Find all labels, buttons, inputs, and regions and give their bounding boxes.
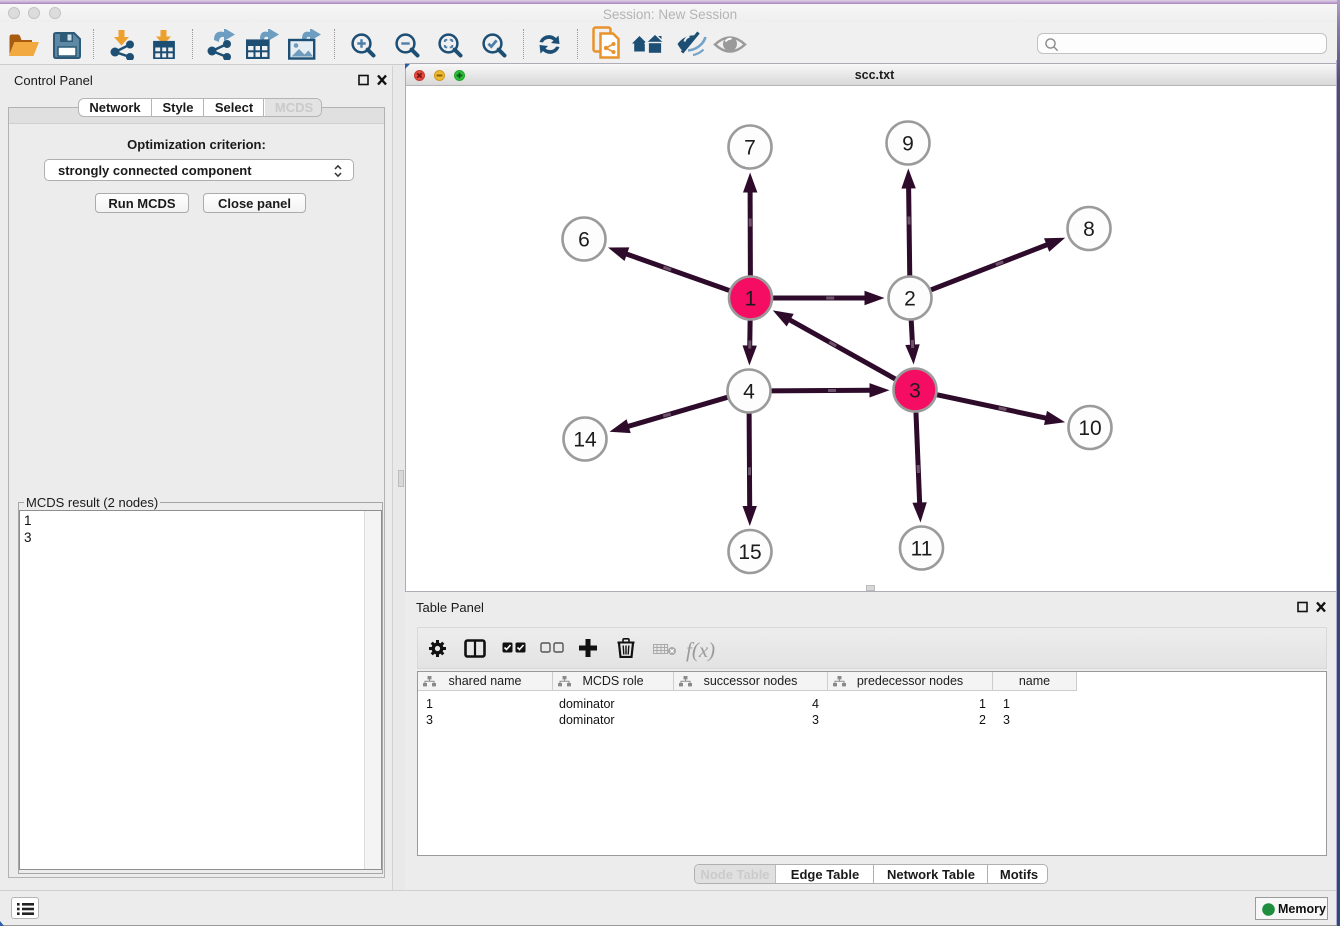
svg-text:14: 14 [573,429,597,452]
svg-text:4: 4 [743,381,755,404]
svg-text:2: 2 [904,288,916,311]
svg-text:9: 9 [902,133,914,156]
svg-text:6: 6 [578,229,590,252]
svg-text:8: 8 [1083,218,1095,241]
svg-text:11: 11 [911,538,933,561]
svg-text:10: 10 [1078,417,1101,440]
svg-text:1: 1 [745,288,757,311]
svg-text:7: 7 [744,137,756,160]
svg-text:3: 3 [909,380,921,403]
svg-text:15: 15 [738,541,761,564]
